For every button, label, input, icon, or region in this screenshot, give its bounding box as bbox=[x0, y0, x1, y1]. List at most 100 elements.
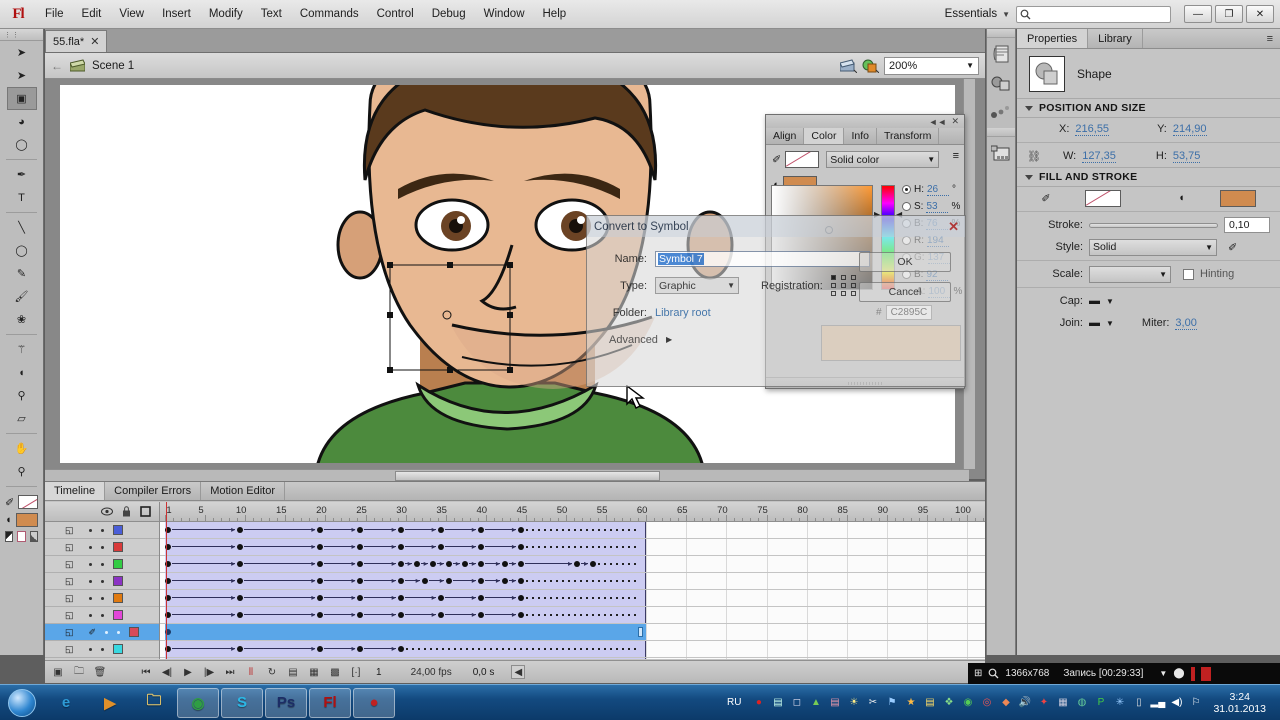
keyframe-marker[interactable] bbox=[518, 595, 524, 601]
frame-span[interactable] bbox=[165, 624, 646, 640]
join-dropdown-icon[interactable]: ▼ bbox=[1106, 319, 1114, 328]
language-indicator[interactable]: RU bbox=[727, 697, 741, 708]
menu-debug[interactable]: Debug bbox=[423, 4, 475, 24]
reg-dot[interactable] bbox=[841, 283, 846, 288]
tab-library[interactable]: Library bbox=[1088, 29, 1143, 48]
onion-outline-icon[interactable]: ▤ bbox=[286, 665, 300, 679]
color-tab-align[interactable]: Align bbox=[766, 128, 804, 144]
stage-horizontal-scrollbar[interactable] bbox=[45, 469, 969, 481]
taskbar-skype[interactable]: S bbox=[221, 688, 263, 718]
keyframe-marker[interactable] bbox=[438, 527, 444, 533]
tray-drive-icon[interactable]: ▲ bbox=[808, 695, 823, 710]
taskbar-internet-explorer[interactable]: e bbox=[45, 688, 87, 718]
lock-dot[interactable] bbox=[101, 546, 104, 549]
bone-tool[interactable]: ⚚ bbox=[7, 338, 37, 361]
color-panel-menu-icon[interactable]: ≡ bbox=[953, 150, 959, 162]
menu-edit[interactable]: Edit bbox=[73, 4, 111, 24]
eyedropper-tool[interactable]: ⚲ bbox=[7, 384, 37, 407]
tray-volume-icon[interactable]: 🔊 bbox=[1017, 695, 1032, 710]
keyframe-marker[interactable] bbox=[478, 578, 484, 584]
hinting-checkbox[interactable] bbox=[1183, 269, 1194, 280]
tray-grid-icon[interactable]: ▦ bbox=[1055, 695, 1070, 710]
keyframe-marker[interactable] bbox=[518, 544, 524, 550]
maximize-button[interactable]: ❐ bbox=[1215, 5, 1243, 23]
tray-bulb-icon[interactable]: ☀ bbox=[846, 695, 861, 710]
edit-multiple-frames-icon[interactable]: ▦ bbox=[307, 665, 321, 679]
reg-dot[interactable] bbox=[831, 283, 836, 288]
new-layer-icon[interactable]: ▣ bbox=[51, 665, 65, 679]
layer-row[interactable]: ◱ bbox=[45, 573, 159, 590]
close-button[interactable]: ✕ bbox=[1246, 5, 1274, 23]
stroke-color-swatch[interactable] bbox=[18, 495, 38, 509]
frame-row[interactable] bbox=[160, 624, 985, 641]
keyframe-marker[interactable] bbox=[518, 527, 524, 533]
dialog-advanced-row[interactable]: Advanced ▶ bbox=[587, 326, 965, 353]
menu-text[interactable]: Text bbox=[252, 4, 291, 24]
eraser-tool[interactable]: ▱ bbox=[7, 407, 37, 430]
registration-point-grid[interactable] bbox=[831, 275, 858, 296]
reg-dot[interactable] bbox=[851, 291, 856, 296]
motion-presets-icon[interactable] bbox=[988, 99, 1014, 125]
layer-color-swatch[interactable] bbox=[113, 593, 123, 603]
pencil-tool[interactable]: ✎ bbox=[7, 262, 37, 285]
fill-color-row[interactable]: ◖ bbox=[5, 513, 38, 527]
subselection-tool[interactable]: ➤ bbox=[7, 64, 37, 87]
center-frame-icon[interactable]: [·] bbox=[349, 665, 363, 679]
lock-aspect-icon[interactable]: ⛓ bbox=[1027, 150, 1041, 163]
deco-tool[interactable]: ❀ bbox=[7, 308, 37, 331]
menu-help[interactable]: Help bbox=[534, 4, 576, 24]
color-tab-color[interactable]: Color bbox=[804, 128, 844, 144]
onion-skin-icon[interactable]: ⦀ bbox=[244, 665, 258, 679]
outline-icon[interactable] bbox=[140, 506, 151, 517]
keyframe-marker[interactable] bbox=[590, 561, 596, 567]
taskbar-media-player[interactable]: ▶ bbox=[89, 688, 131, 718]
keyframe-marker[interactable] bbox=[478, 595, 484, 601]
keyframe-marker[interactable] bbox=[430, 561, 436, 567]
keyframe-marker[interactable] bbox=[502, 578, 508, 584]
keyframe-marker[interactable] bbox=[422, 578, 428, 584]
keyframe-marker[interactable] bbox=[478, 612, 484, 618]
swap-colors-icon[interactable] bbox=[30, 531, 38, 542]
pause-icon[interactable] bbox=[1191, 667, 1195, 681]
keyframe-marker[interactable] bbox=[438, 595, 444, 601]
black-white-icon[interactable] bbox=[5, 531, 13, 542]
tray-compass-icon[interactable]: ✦ bbox=[1036, 695, 1051, 710]
reg-dot[interactable] bbox=[831, 275, 836, 280]
layer-row[interactable]: ◱ bbox=[45, 556, 159, 573]
keyframe-marker[interactable] bbox=[478, 561, 484, 567]
new-folder-icon[interactable]: 🗀 bbox=[72, 665, 86, 679]
fps-value[interactable]: 24,00 fps bbox=[411, 667, 452, 678]
symbol-name-input[interactable]: Symbol 7 bbox=[655, 251, 870, 267]
clock[interactable]: 3:24 31.01.2013 bbox=[1207, 691, 1274, 715]
layer-color-swatch[interactable] bbox=[113, 542, 123, 552]
keyframe-marker[interactable] bbox=[398, 646, 404, 652]
close-icon[interactable]: ✕ bbox=[90, 35, 99, 48]
keyframe-marker[interactable] bbox=[398, 578, 404, 584]
menu-modify[interactable]: Modify bbox=[200, 4, 252, 24]
loop-icon[interactable]: ↻ bbox=[265, 665, 279, 679]
layer-color-swatch[interactable] bbox=[113, 559, 123, 569]
timeline-tab-timeline[interactable]: Timeline bbox=[45, 482, 105, 500]
channel-value[interactable]: 26 bbox=[927, 184, 949, 196]
tab-properties[interactable]: Properties bbox=[1017, 29, 1088, 48]
frame-rows[interactable]: ▸▸▸▸▸▸▸▸▸▸▸▸▸▸▸▸▸▸▸▸▸▸▸▸▸▸▸▸▸▸▸▸▸▸▸▸▸▸▸▸… bbox=[160, 522, 985, 659]
document-tab[interactable]: 55.fla* ✕ bbox=[45, 30, 107, 52]
folder-link[interactable]: Library root bbox=[655, 307, 711, 319]
y-value[interactable]: 214,90 bbox=[1173, 123, 1207, 136]
lock-icon[interactable] bbox=[122, 506, 131, 517]
visibility-dot[interactable] bbox=[89, 563, 92, 566]
cancel-button[interactable]: Cancel bbox=[859, 282, 951, 302]
reg-dot[interactable] bbox=[851, 283, 856, 288]
frame-icon[interactable]: ⊞ bbox=[974, 668, 982, 679]
frame-row[interactable]: ▸▸▸▸▸▸▸ bbox=[160, 590, 985, 607]
lasso-tool[interactable]: ◯ bbox=[7, 133, 37, 156]
dialog-close-icon[interactable]: ✕ bbox=[948, 219, 959, 235]
stroke-color-row[interactable]: ✐ bbox=[5, 495, 38, 509]
no-color-icon[interactable] bbox=[17, 531, 25, 542]
tray-chat-icon[interactable]: ◉ bbox=[960, 695, 975, 710]
visibility-dot[interactable] bbox=[89, 614, 92, 617]
layer-color-swatch[interactable] bbox=[113, 576, 123, 586]
layer-row[interactable]: ◱ bbox=[45, 539, 159, 556]
modify-onion-markers-icon[interactable]: ▩ bbox=[328, 665, 342, 679]
tray-list-icon[interactable]: ▤ bbox=[922, 695, 937, 710]
